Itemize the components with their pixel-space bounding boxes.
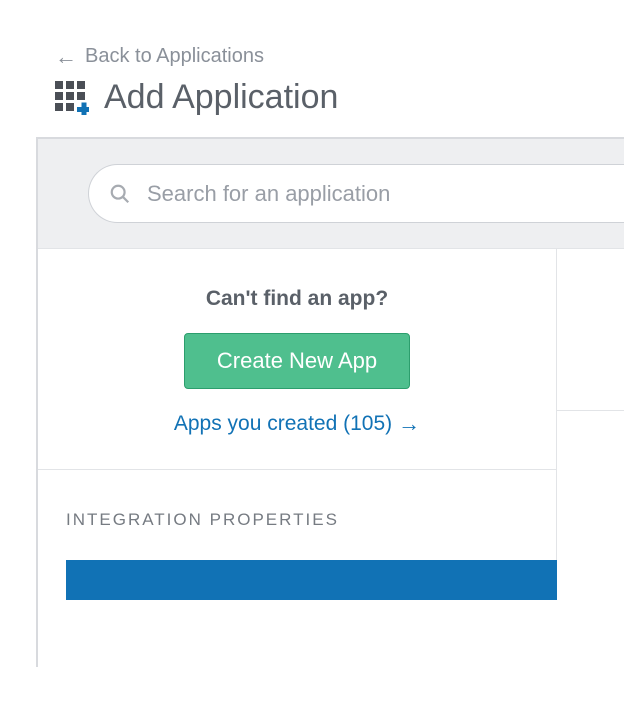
page-header: Add Application <box>0 78 624 137</box>
integration-section: INTEGRATION PROPERTIES <box>38 470 556 600</box>
arrow-left-icon: ← <box>55 46 77 68</box>
apps-created-label: Apps you created (105) <box>174 412 392 436</box>
search-input[interactable] <box>145 180 624 208</box>
back-to-applications-link[interactable]: ← Back to Applications <box>0 0 624 78</box>
integration-properties-heading: INTEGRATION PROPERTIES <box>66 510 556 530</box>
arrow-right-icon: → <box>398 411 420 437</box>
apps-you-created-link[interactable]: Apps you created (105) → <box>38 411 556 437</box>
search-icon <box>109 183 131 205</box>
search-area <box>38 139 624 249</box>
cant-find-heading: Can't find an app? <box>38 287 556 311</box>
create-app-section: Can't find an app? Create New App Apps y… <box>38 249 556 470</box>
body-split: Can't find an app? Create New App Apps y… <box>38 249 624 600</box>
page-title: Add Application <box>104 78 338 117</box>
back-label: Back to Applications <box>85 45 264 68</box>
integration-selected-row[interactable] <box>66 560 557 600</box>
left-column: Can't find an app? Create New App Apps y… <box>38 249 557 600</box>
right-column <box>557 249 624 600</box>
search-box[interactable] <box>88 164 624 223</box>
apps-grid-plus-icon <box>55 81 89 115</box>
create-new-app-button[interactable]: Create New App <box>184 333 410 389</box>
main-panel: Can't find an app? Create New App Apps y… <box>36 137 624 667</box>
right-spacer <box>557 249 624 411</box>
